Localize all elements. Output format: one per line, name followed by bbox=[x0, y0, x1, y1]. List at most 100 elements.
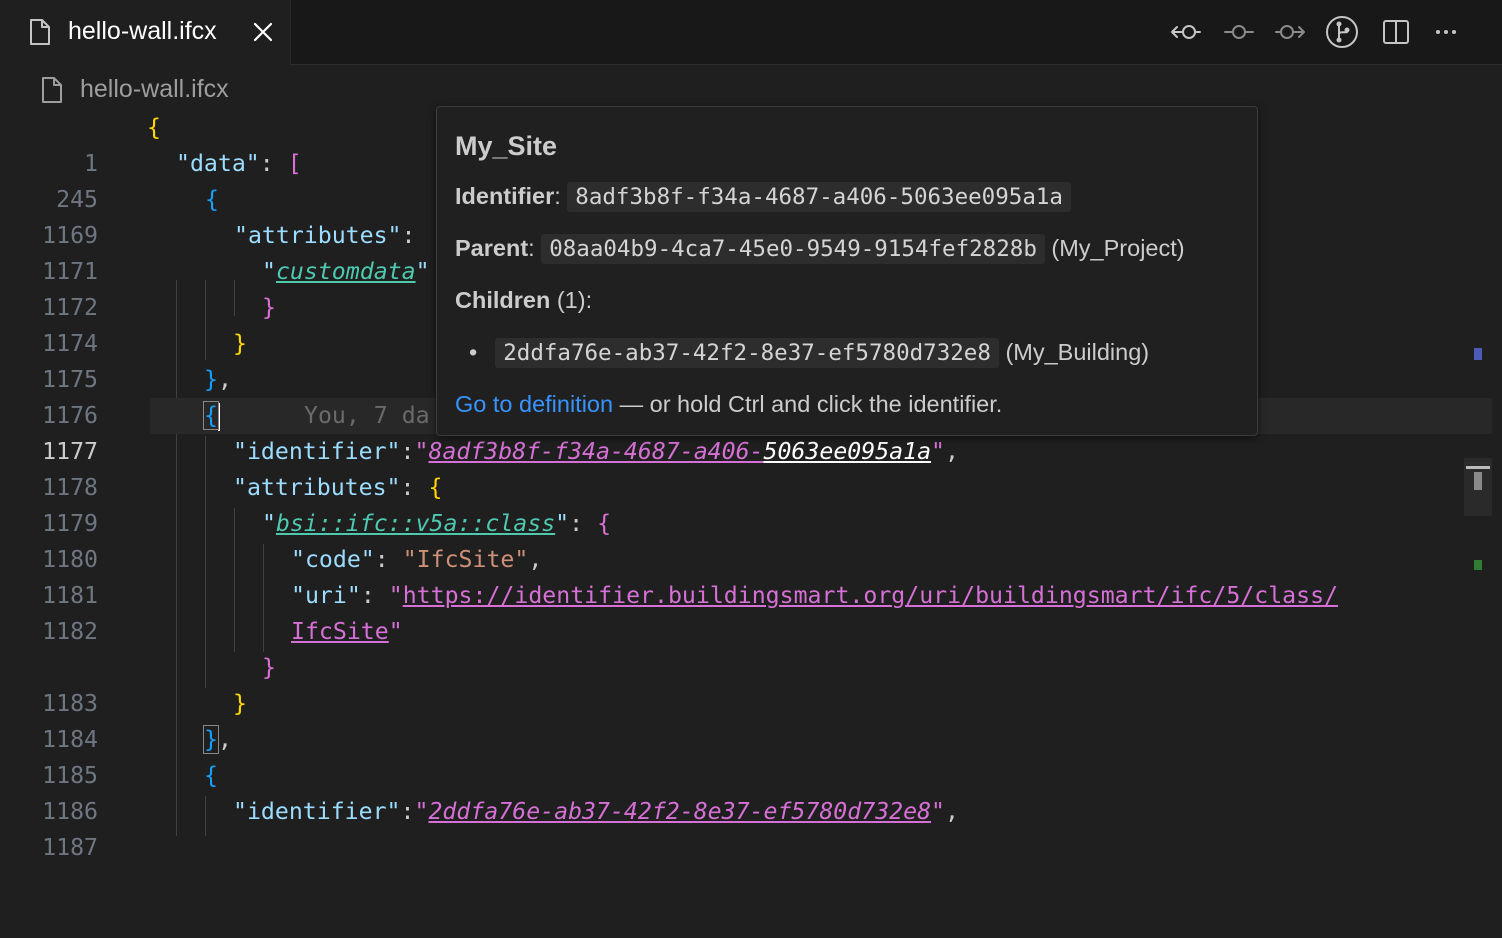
brace: { bbox=[428, 474, 443, 501]
editor-tab[interactable]: hello-wall.ifcx bbox=[0, 0, 291, 65]
quote: " bbox=[414, 798, 429, 825]
namespace-link[interactable]: customdata bbox=[276, 258, 416, 285]
quote: " bbox=[931, 438, 946, 465]
code-line: 1179 "attributes": { bbox=[0, 470, 1502, 537]
commit-icon[interactable] bbox=[1221, 14, 1257, 50]
code-line: 1183 } bbox=[0, 650, 1502, 717]
colon: : bbox=[259, 150, 288, 177]
identifier-value: 8adf3b8f-f34a-4687-a406-5063ee095a1a bbox=[567, 182, 1071, 212]
parent-label: Parent bbox=[455, 235, 529, 261]
json-key: "attributes" bbox=[234, 222, 402, 249]
quote: " bbox=[415, 258, 430, 285]
tab-label: hello-wall.ifcx bbox=[68, 17, 217, 45]
goto-row: Go to definition — or hold Ctrl and clic… bbox=[455, 391, 1002, 418]
hover-title: My_Site bbox=[455, 131, 558, 161]
goto-hint: — or hold Ctrl and click the identifier. bbox=[613, 391, 1003, 417]
overview-ruler-mark bbox=[1474, 560, 1482, 570]
overview-ruler-mark bbox=[1474, 348, 1482, 360]
brace: { bbox=[147, 114, 161, 141]
brace: { bbox=[204, 762, 218, 789]
quote: " bbox=[414, 438, 429, 465]
identifier-label: Identifier bbox=[455, 183, 555, 209]
go-to-definition-link[interactable]: Go to definition bbox=[455, 391, 613, 417]
identifier-row: Identifier: 8adf3b8f-f34a-4687-a406-5063… bbox=[455, 182, 1071, 212]
separator: : bbox=[554, 183, 561, 209]
bullet-icon: • bbox=[469, 339, 478, 365]
identifier-link[interactable]: 8adf3b8f-f34a-4687-a406- bbox=[428, 438, 763, 465]
comma: , bbox=[945, 798, 959, 825]
comma: , bbox=[528, 546, 543, 573]
code-line: 1186 { bbox=[0, 758, 1502, 825]
code-line: 1181 "code": "IfcSite", bbox=[0, 542, 1502, 609]
brace: } bbox=[204, 366, 218, 393]
quote: " bbox=[555, 510, 570, 537]
close-icon[interactable] bbox=[250, 19, 276, 45]
code-line: 1180 "bsi::ifc::v5a::class": { bbox=[0, 506, 1502, 573]
colon: : bbox=[400, 474, 429, 501]
overview-ruler-mark bbox=[1474, 472, 1482, 490]
go-back-icon[interactable] bbox=[1168, 14, 1204, 50]
child-name: (My_Building) bbox=[1005, 339, 1150, 365]
bracket: [ bbox=[287, 150, 302, 177]
brace: { bbox=[597, 510, 612, 537]
git-blame-annotation: You, 7 da bbox=[304, 402, 430, 429]
uri-link[interactable]: IfcSite bbox=[291, 618, 389, 645]
comma: , bbox=[217, 726, 232, 753]
json-key: "identifier" bbox=[233, 798, 401, 825]
brace: { bbox=[205, 186, 219, 213]
quote: " bbox=[262, 258, 276, 285]
tab-bar: hello-wall.ifcx bbox=[0, 0, 1502, 65]
hover-tooltip: My_Site Identifier: 8adf3b8f-f34a-4687-a… bbox=[436, 106, 1258, 436]
brace: } bbox=[262, 294, 276, 321]
brace: } bbox=[262, 654, 276, 681]
colon: : bbox=[374, 546, 403, 573]
go-forward-icon[interactable] bbox=[1272, 14, 1308, 50]
parent-name: (My_Project) bbox=[1051, 235, 1185, 261]
json-key: "uri" bbox=[291, 582, 361, 609]
source-control-icon[interactable] bbox=[1324, 14, 1360, 50]
brace: } bbox=[233, 330, 247, 357]
file-icon bbox=[40, 76, 64, 109]
text-cursor bbox=[217, 402, 220, 431]
code-line: 1184 } bbox=[0, 686, 1502, 753]
json-string: "IfcSite" bbox=[402, 546, 529, 573]
breadcrumb-file[interactable]: hello-wall.ifcx bbox=[80, 75, 229, 104]
parent-value: 08aa04b9-4ca7-45e0-9549-9154fef2828b bbox=[541, 234, 1045, 264]
code-line: 1178 "identifier":"8adf3b8f-f34a-4687-a4… bbox=[0, 434, 1502, 501]
colon: : bbox=[401, 222, 416, 249]
split-editor-icon[interactable] bbox=[1378, 14, 1414, 50]
colon: : bbox=[569, 510, 598, 537]
line-number: 1187 bbox=[42, 834, 98, 861]
identifier-link[interactable]: 2ddfa76e-ab37-42f2-8e37-ef5780d732e8 bbox=[428, 798, 931, 825]
json-key: "attributes" bbox=[233, 474, 401, 501]
uri-link[interactable]: https://identifier.buildingsmart.org/uri… bbox=[403, 582, 1338, 609]
child-item: • 2ddfa76e-ab37-42f2-8e37-ef5780d732e8 (M… bbox=[455, 338, 1150, 368]
children-count: (1): bbox=[556, 287, 593, 313]
code-line-wrapped: IfcSite" bbox=[0, 614, 1502, 650]
colon: : bbox=[400, 798, 415, 825]
child-id: 2ddfa76e-ab37-42f2-8e37-ef5780d732e8 bbox=[495, 338, 999, 368]
quote: " bbox=[388, 582, 403, 609]
children-label: Children bbox=[455, 287, 551, 313]
brace: { bbox=[203, 401, 219, 430]
code-line: 1187 "identifier":"2ddfa76e-ab37-42f2-8e… bbox=[0, 794, 1502, 861]
parent-row: Parent: 08aa04b9-4ca7-45e0-9549-9154fef2… bbox=[455, 234, 1185, 264]
separator: : bbox=[528, 235, 535, 261]
code-line: 1182 "uri": "https://identifier.building… bbox=[0, 578, 1502, 645]
colon: : bbox=[400, 438, 415, 465]
quote: " bbox=[262, 510, 276, 537]
json-key: "data" bbox=[176, 150, 260, 177]
brace: } bbox=[233, 690, 247, 717]
more-actions-icon[interactable] bbox=[1428, 14, 1464, 50]
json-key: "code" bbox=[291, 546, 375, 573]
quote: " bbox=[931, 798, 945, 825]
code-line: 1185 }, bbox=[0, 722, 1502, 789]
json-key: "identifier" bbox=[233, 438, 401, 465]
brace: } bbox=[203, 725, 219, 754]
colon: : bbox=[360, 582, 389, 609]
comma: , bbox=[945, 438, 959, 465]
namespace-link[interactable]: bsi::ifc::v5a::class bbox=[276, 510, 555, 537]
children-row: Children (1): bbox=[455, 287, 592, 314]
identifier-link-hover[interactable]: 5063ee095a1a bbox=[764, 438, 932, 465]
file-icon bbox=[28, 18, 52, 51]
